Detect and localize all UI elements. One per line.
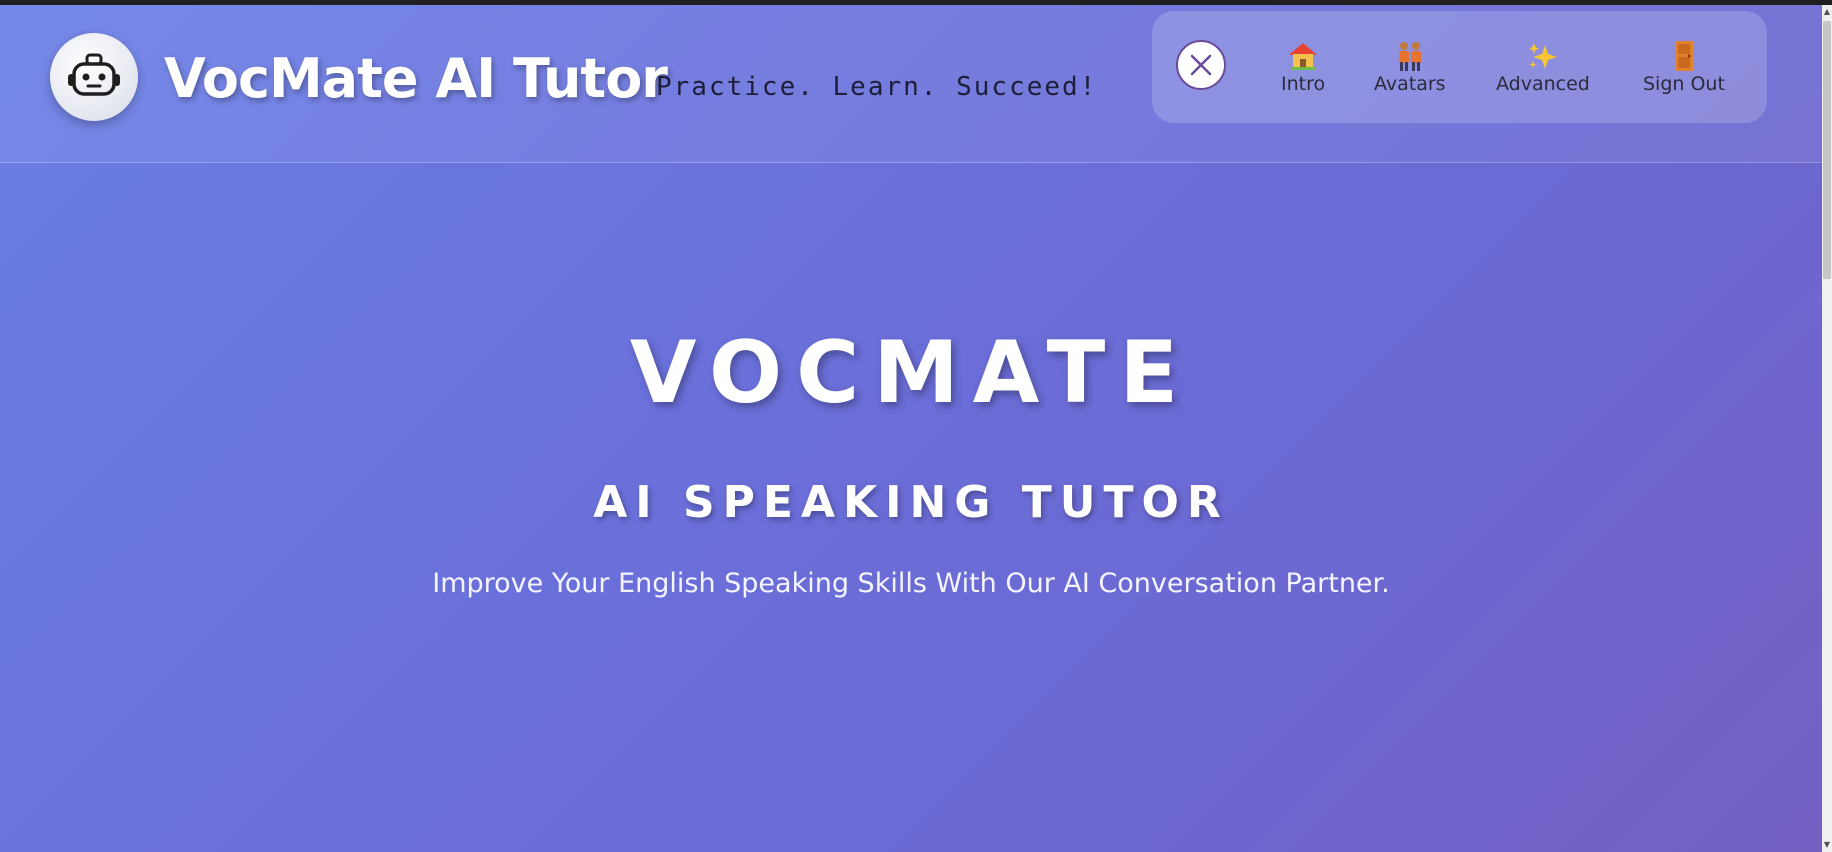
nav-item-advanced[interactable]: Advanced — [1496, 39, 1590, 95]
hero-title: VOCMATE — [629, 323, 1193, 423]
close-menu-button[interactable] — [1176, 40, 1226, 90]
nav-item-label: Advanced — [1496, 73, 1590, 95]
nav-item-label: Sign Out — [1643, 73, 1725, 95]
scroll-thumb[interactable] — [1823, 21, 1831, 279]
sparkles-icon — [1527, 39, 1559, 73]
house-icon — [1287, 39, 1319, 73]
page-container: VocMate AI Tutor Practice. Learn. Succee… — [0, 5, 1822, 852]
close-icon — [1190, 54, 1212, 76]
people-icon — [1396, 39, 1424, 73]
nav-item-avatars[interactable]: Avatars — [1374, 39, 1446, 95]
nav-item-sign-out[interactable]: Sign Out — [1643, 39, 1725, 95]
robot-icon[interactable] — [50, 33, 138, 121]
hero-description: Improve Your English Speaking Skills Wit… — [432, 568, 1390, 599]
brand-title: VocMate AI Tutor — [164, 47, 668, 110]
hero-subtitle: AI SPEAKING TUTOR — [593, 477, 1229, 528]
scroll-down-icon[interactable]: ▼ — [1822, 838, 1832, 852]
vertical-scrollbar[interactable]: ▲ ▼ — [1822, 5, 1832, 852]
door-icon — [1673, 39, 1695, 73]
nav-item-label: Intro — [1281, 73, 1326, 95]
nav-item-intro[interactable]: Intro — [1281, 39, 1325, 95]
site-header: VocMate AI Tutor Practice. Learn. Succee… — [0, 5, 1822, 163]
nav-item-label: Avatars — [1374, 73, 1446, 95]
scroll-up-icon[interactable]: ▲ — [1822, 5, 1832, 19]
tagline: Practice. Learn. Succeed! — [656, 72, 1098, 102]
nav-menu: Intro Avatars Advanced Sign Out — [1152, 11, 1767, 123]
